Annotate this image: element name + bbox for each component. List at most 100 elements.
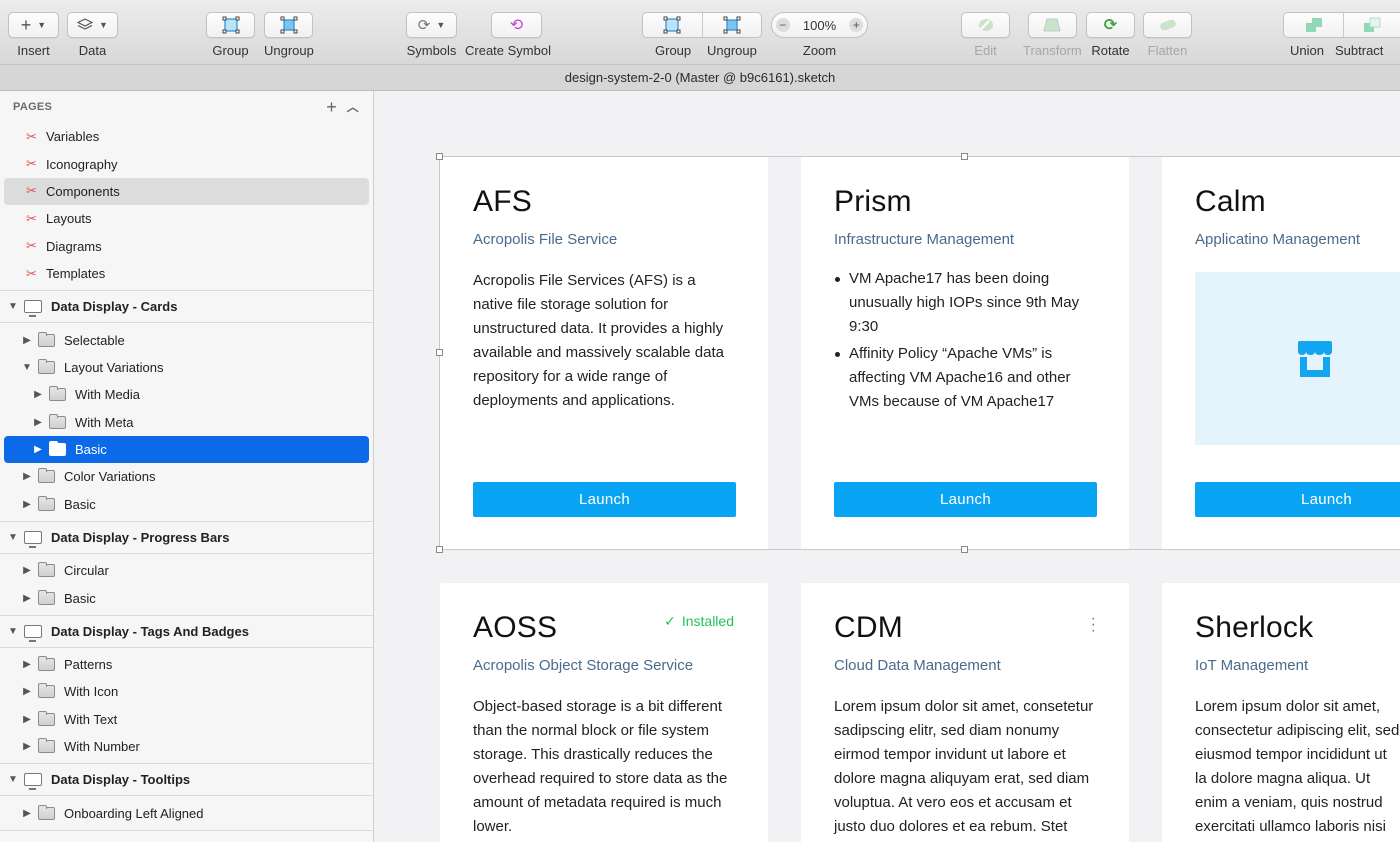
disclosure-closed-icon[interactable]: ▶ — [20, 741, 34, 752]
layer-label: With Media — [75, 387, 141, 403]
rotate-button[interactable]: ⟳ — [1086, 12, 1135, 38]
ungroup-button-2[interactable] — [701, 13, 761, 37]
layer-with-media[interactable]: ▶ With Media — [4, 381, 369, 408]
layer-circular[interactable]: ▶ Circular — [4, 557, 369, 584]
page-item-templates[interactable]: ✂ Templates — [4, 260, 369, 287]
disclosure-closed-icon[interactable]: ▶ — [31, 444, 45, 455]
disclosure-closed-icon[interactable]: ▶ — [20, 808, 34, 819]
disclosure-closed-icon[interactable]: ▶ — [31, 417, 45, 428]
design-canvas[interactable]: AFS Acropolis File Service Acropolis Fil… — [375, 91, 1400, 842]
card-sherlock[interactable]: Sherlock IoT Management Lorem ipsum dolo… — [1162, 583, 1400, 842]
layer-with-number[interactable]: ▶ With Number — [4, 733, 369, 760]
add-page-icon[interactable]: + — [326, 97, 337, 118]
disclosure-closed-icon[interactable]: ▶ — [20, 335, 34, 346]
zoom-control[interactable]: − 100% + — [771, 12, 868, 38]
disclosure-open-icon[interactable]: ▼ — [8, 626, 22, 637]
artboard-icon — [24, 531, 42, 549]
disclosure-closed-icon[interactable]: ▶ — [20, 471, 34, 482]
layer-with-meta[interactable]: ▶ With Meta — [4, 409, 369, 436]
resize-handle[interactable] — [436, 153, 443, 160]
resize-handle[interactable] — [436, 349, 443, 356]
card-cdm[interactable]: CDM · · · Cloud Data Management Lorem ipsu… — [801, 583, 1129, 842]
card-subtitle: Cloud Data Management — [834, 657, 1001, 674]
disclosure-closed-icon[interactable]: ▶ — [20, 565, 34, 576]
group-tool[interactable]: Group — [206, 12, 255, 58]
layer-selectable[interactable]: ▶ Selectable — [4, 326, 369, 353]
layer-label: Basic — [64, 590, 96, 606]
scissors-icon: ✂ — [26, 183, 37, 199]
edit-tool[interactable]: Edit — [961, 12, 1010, 58]
artboard-tooltips[interactable]: ▼ Data Display - Tooltips — [0, 764, 373, 797]
zoom-tool[interactable]: − 100% + Zoom — [771, 12, 868, 58]
more-options-icon[interactable]: · · · — [1091, 611, 1096, 639]
page-item-components[interactable]: ✂ Components — [4, 177, 369, 206]
disclosure-closed-icon[interactable]: ▶ — [20, 686, 34, 697]
layer-patterns[interactable]: ▶ Patterns — [4, 651, 369, 678]
insert-button[interactable]: + ▼ — [8, 12, 59, 38]
group-button-2[interactable] — [643, 13, 702, 37]
artboard-cards[interactable]: ▼ Data Display - Cards — [0, 291, 373, 324]
layer-label: Onboarding Left Aligned — [64, 805, 204, 821]
chevron-up-icon[interactable]: ︿ — [347, 98, 359, 115]
symbols-button[interactable]: ⟳ ▼ — [406, 12, 457, 38]
data-tool[interactable]: ▼ Data — [67, 12, 118, 58]
disclosure-closed-icon[interactable]: ▶ — [20, 499, 34, 510]
resize-handle[interactable] — [961, 546, 968, 553]
disclosure-open-icon[interactable]: ▼ — [20, 362, 34, 373]
page-item-iconography[interactable]: ✂ Iconography — [4, 150, 369, 177]
page-item-variables[interactable]: ✂ Variables — [4, 123, 369, 150]
disclosure-closed-icon[interactable]: ▶ — [20, 593, 34, 604]
resize-handle[interactable] — [436, 546, 443, 553]
layer-list: ▶ Patterns ▶ With Icon ▶ With Text ▶ With Nu… — [0, 648, 373, 765]
layer-list: ▶ Circular ▶ Basic — [0, 554, 373, 616]
disclosure-open-icon[interactable]: ▼ — [8, 301, 22, 312]
artboard-tags-and-badges[interactable]: ▼ Data Display - Tags And Badges — [0, 616, 373, 648]
disclosure-closed-icon[interactable]: ▶ — [20, 714, 34, 725]
symbols-tool[interactable]: ⟳ ▼ Symbols — [406, 12, 457, 58]
layer-color-variations[interactable]: ▶ Color Variations — [4, 463, 369, 490]
subtract-button[interactable] — [1343, 13, 1400, 37]
group-ungroup-segment[interactable] — [642, 12, 762, 38]
group-button[interactable] — [206, 12, 255, 38]
plus-icon: + — [20, 14, 32, 35]
zoom-in-button[interactable]: + — [845, 13, 867, 37]
disclosure-closed-icon[interactable]: ▶ — [20, 659, 34, 670]
page-item-layouts[interactable]: ✂ Layouts — [4, 205, 369, 232]
ungroup-tool[interactable]: Ungroup — [264, 12, 314, 58]
resize-handle[interactable] — [961, 153, 968, 160]
transform-tool[interactable]: Transform — [1023, 12, 1082, 58]
ungroup-button[interactable] — [264, 12, 314, 38]
edit-button[interactable] — [961, 12, 1010, 38]
page-item-label: Diagrams — [46, 238, 102, 254]
flatten-tool[interactable]: Flatten — [1143, 12, 1192, 58]
layer-basic[interactable]: ▶ Basic — [4, 584, 369, 611]
disclosure-open-icon[interactable]: ▼ — [8, 532, 22, 543]
disclosure-closed-icon[interactable]: ▶ — [31, 389, 45, 400]
create-symbol-button[interactable]: ⟲ — [490, 12, 542, 38]
data-button[interactable]: ▼ — [67, 12, 118, 38]
flatten-button[interactable] — [1143, 12, 1192, 38]
group-tool-2[interactable] — [642, 12, 762, 38]
create-symbol-tool[interactable]: ⟲ Create Symbol — [465, 12, 551, 58]
boolean-segment[interactable] — [1283, 12, 1400, 38]
layer-basic-selected[interactable]: ▶ Basic — [4, 435, 369, 464]
union-label: Union — [1290, 43, 1324, 58]
disclosure-open-icon[interactable]: ▼ — [8, 774, 22, 785]
layer-with-text[interactable]: ▶ With Text — [4, 706, 369, 733]
layer-onboarding-left-aligned[interactable]: ▶ Onboarding Left Aligned — [4, 799, 369, 826]
page-item-label: Variables — [46, 129, 100, 145]
union-button[interactable] — [1284, 13, 1343, 37]
artboard-progress-bars[interactable]: ▼ Data Display - Progress Bars — [0, 522, 373, 555]
card-aoss[interactable]: AOSS ✓ Installed Acropolis Object Storage… — [440, 583, 768, 842]
layer-with-icon[interactable]: ▶ With Icon — [4, 678, 369, 705]
union-tool[interactable] — [1283, 12, 1400, 38]
layer-basic[interactable]: ▶ Basic — [4, 491, 369, 518]
layer-layout-variations[interactable]: ▼ Layout Variations — [4, 354, 369, 381]
page-item-diagrams[interactable]: ✂ Diagrams — [4, 233, 369, 260]
rotate-tool[interactable]: ⟳ Rotate — [1086, 12, 1135, 58]
toolbar: + ▼ Insert ▼ Data Group Ungroup ⟳ ▼ Symbol… — [0, 0, 1400, 65]
insert-tool[interactable]: + ▼ Insert — [8, 12, 59, 58]
zoom-value[interactable]: 100% — [794, 13, 846, 37]
zoom-out-button[interactable]: − — [772, 13, 794, 37]
transform-button[interactable] — [1027, 12, 1077, 38]
